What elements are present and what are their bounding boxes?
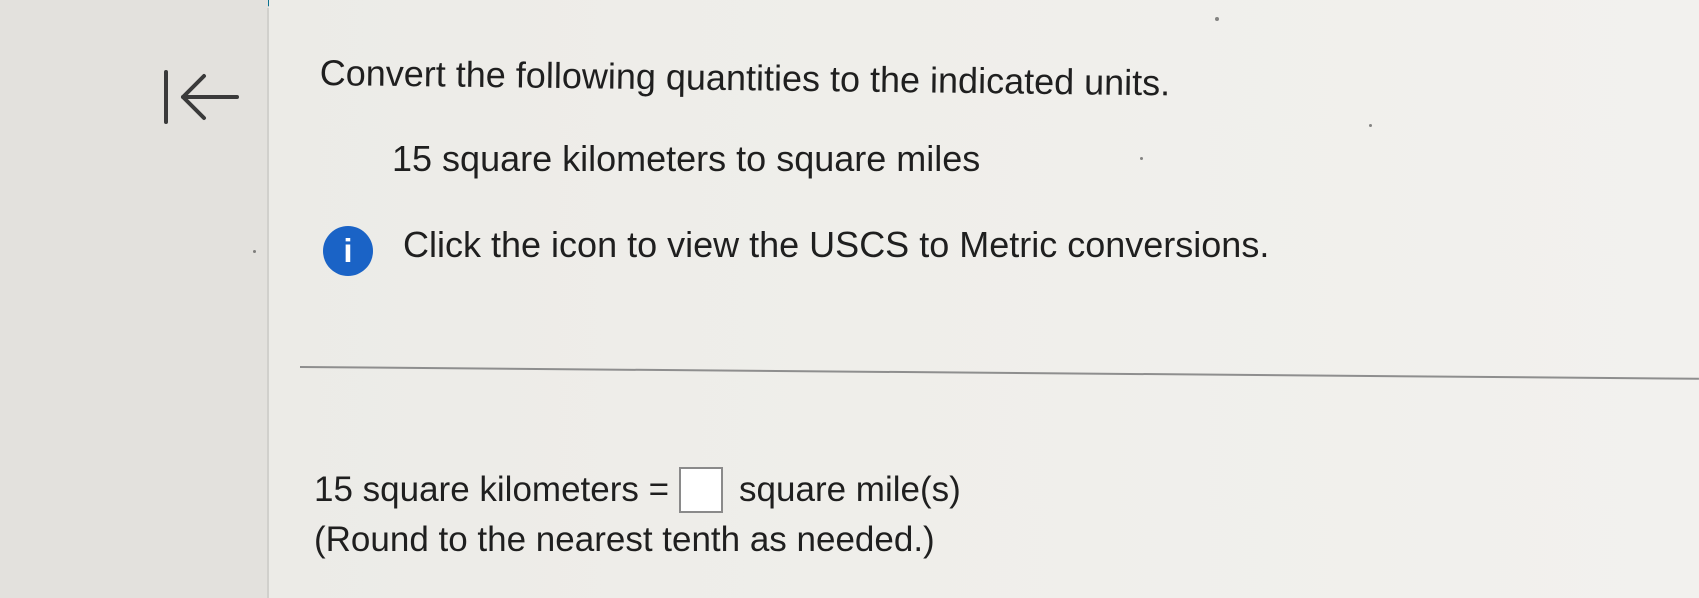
problem-statement: 15 square kilometers to square miles: [392, 138, 981, 179]
info-row: i Click the icon to view the USCS to Met…: [323, 224, 1323, 280]
answer-row: 15 square kilometers = square mile(s): [314, 462, 961, 518]
answer-unit: square mile(s): [739, 470, 961, 509]
first-page-button[interactable]: [163, 66, 241, 128]
answer-input[interactable]: [679, 467, 724, 513]
screen-speck: [1369, 124, 1372, 127]
arrow-left-to-bar-icon: [164, 70, 239, 124]
info-text: Click the icon to view the USCS to Metri…: [403, 224, 1270, 265]
screen-speck: [1215, 17, 1219, 21]
info-icon[interactable]: i: [323, 226, 373, 276]
answer-label: 15 square kilometers =: [314, 470, 670, 509]
screen-speck: [1140, 157, 1143, 160]
screen-speck: [253, 250, 256, 253]
rounding-note: (Round to the nearest tenth as needed.): [314, 520, 935, 559]
